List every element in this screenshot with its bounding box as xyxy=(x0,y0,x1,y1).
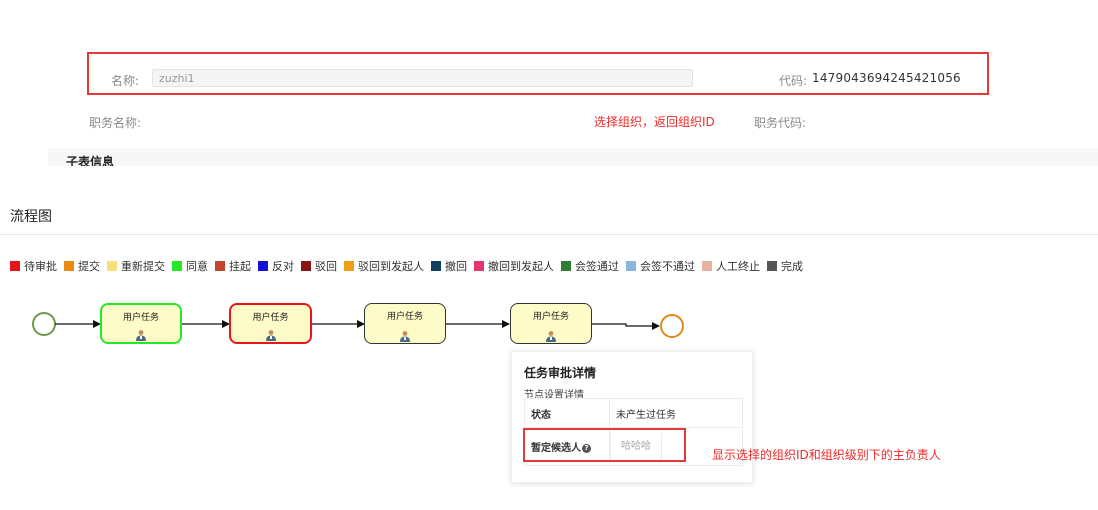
task-detail-popup: 任务审批详情 节点设置详情 状态 未产生过任务 暂定候选人? 哈哈哈 xyxy=(511,351,753,483)
legend-item: 会签通过 xyxy=(561,258,619,274)
legend-swatch xyxy=(702,261,712,271)
popup-title: 任务审批详情 xyxy=(524,366,597,380)
position-name-label: 职务名称: xyxy=(89,116,142,130)
legend-label: 重新提交 xyxy=(121,260,165,273)
user-task-1[interactable]: 用户任务 xyxy=(100,303,182,344)
flow-section-title: 流程图 xyxy=(10,209,52,225)
legend-swatch xyxy=(172,261,182,271)
legend-item: 撤回到发起人 xyxy=(474,258,554,274)
status-label: 状态 xyxy=(524,398,610,428)
legend-label: 提交 xyxy=(78,260,100,273)
legend-swatch xyxy=(344,261,354,271)
legend-label: 撤回 xyxy=(445,260,467,273)
section-divider xyxy=(0,234,1098,235)
user-icon xyxy=(136,330,146,341)
legend-item: 待审批 xyxy=(10,258,57,274)
legend-swatch xyxy=(474,261,484,271)
legend-item: 驳回到发起人 xyxy=(344,258,424,274)
legend-swatch xyxy=(626,261,636,271)
legend-label: 人工终止 xyxy=(716,260,760,273)
legend-swatch xyxy=(10,261,20,271)
legend-item: 会签不通过 xyxy=(626,258,695,274)
legend-label: 完成 xyxy=(781,260,803,273)
legend-swatch xyxy=(107,261,117,271)
subtable-title: 子表信息 xyxy=(66,155,115,166)
user-icon xyxy=(546,331,556,342)
legend-item: 提交 xyxy=(64,258,100,274)
legend-swatch xyxy=(215,261,225,271)
code-value: 1479043694245421056 xyxy=(812,71,961,85)
legend-label: 待审批 xyxy=(24,260,57,273)
legend-swatch xyxy=(64,261,74,271)
legend-label: 驳回到发起人 xyxy=(358,260,424,273)
user-task-3[interactable]: 用户任务 xyxy=(364,303,446,344)
user-task-2[interactable]: 用户任务 xyxy=(229,303,312,344)
end-event[interactable] xyxy=(660,314,684,338)
subtable-section: 子表信息 xyxy=(48,148,1098,166)
task-label: 用户任务 xyxy=(532,312,569,322)
legend-item: 挂起 xyxy=(215,258,251,274)
task-label: 用户任务 xyxy=(386,312,423,322)
legend-label: 同意 xyxy=(186,260,208,273)
start-event[interactable] xyxy=(32,312,56,336)
status-legend: 待审批 提交 重新提交 同意 挂起 反对 驳回 驳回到发起人 撤回 撤回到发起人 会签通过 会签不通过… xyxy=(10,259,810,273)
legend-item: 完成 xyxy=(767,258,803,274)
legend-label: 挂起 xyxy=(229,260,251,273)
legend-item: 重新提交 xyxy=(107,258,165,274)
name-label: 名称: xyxy=(111,74,140,88)
legend-swatch xyxy=(258,261,268,271)
legend-item: 反对 xyxy=(258,258,294,274)
name-field[interactable]: zuzhi1 xyxy=(152,69,693,87)
legend-label: 会签不通过 xyxy=(640,260,695,273)
legend-label: 驳回 xyxy=(315,260,337,273)
user-task-4[interactable]: 用户任务 xyxy=(510,303,592,344)
user-icon xyxy=(265,330,276,341)
sequence-flow-5 xyxy=(592,322,660,330)
org-annotation: 选择组织，返回组织ID xyxy=(594,115,715,129)
legend-swatch xyxy=(431,261,441,271)
user-icon xyxy=(400,331,410,342)
legend-item: 同意 xyxy=(172,258,208,274)
table-row: 状态 未产生过任务 xyxy=(524,398,743,428)
highlight-box-candidate xyxy=(523,428,686,462)
legend-item: 撤回 xyxy=(431,258,467,274)
candidate-annotation: 显示选择的组织ID和组织级别下的主负责人 xyxy=(712,448,941,462)
legend-label: 反对 xyxy=(272,260,294,273)
status-value: 未产生过任务 xyxy=(609,398,743,428)
legend-swatch xyxy=(767,261,777,271)
legend-swatch xyxy=(301,261,311,271)
code-label: 代码: xyxy=(779,74,808,88)
legend-label: 撤回到发起人 xyxy=(488,260,554,273)
position-code-label: 职务代码: xyxy=(754,116,807,130)
task-label: 用户任务 xyxy=(122,313,159,323)
legend-item: 驳回 xyxy=(301,258,337,274)
task-label: 用户任务 xyxy=(252,313,289,323)
legend-label: 会签通过 xyxy=(575,260,619,273)
legend-item: 人工终止 xyxy=(702,258,760,274)
legend-swatch xyxy=(561,261,571,271)
